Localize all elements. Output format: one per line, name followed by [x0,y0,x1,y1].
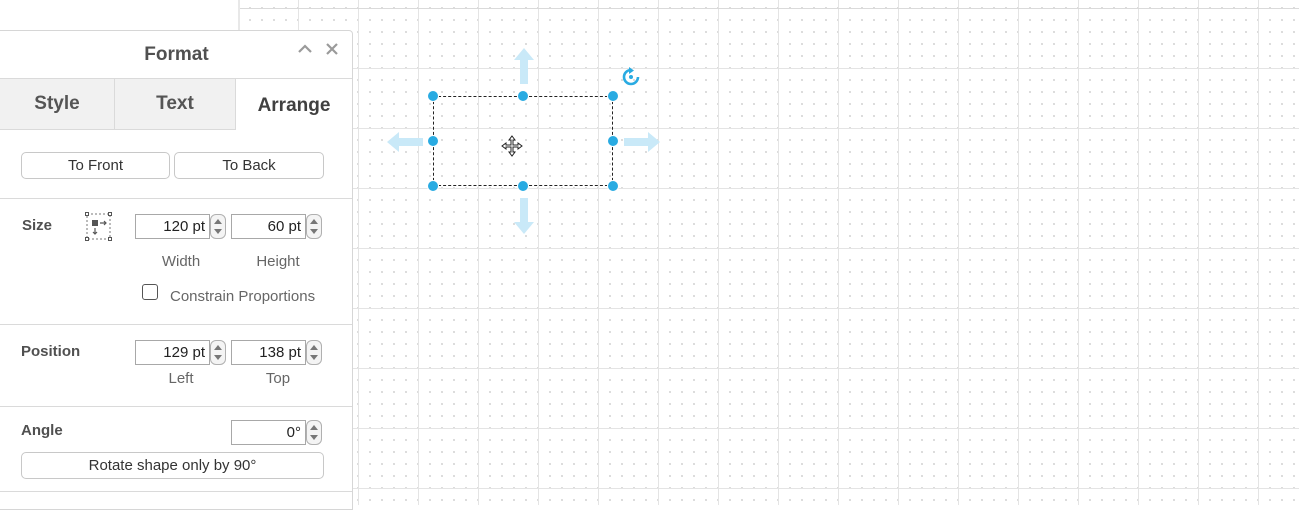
width-spinner[interactable] [210,214,226,239]
sidebar-strip [0,0,240,31]
to-front-button[interactable]: To Front [21,152,170,179]
arrow-up-icon[interactable] [513,46,535,86]
tab-style[interactable]: Style [0,79,115,130]
section-divider [0,324,352,325]
to-back-button[interactable]: To Back [174,152,324,179]
section-divider [0,491,352,492]
close-icon[interactable] [324,41,340,60]
height-label: Height [256,253,300,270]
resize-handle-ne[interactable] [607,90,619,102]
angle-label: Angle [21,422,63,439]
width-input[interactable] [135,214,210,239]
size-label: Size [22,217,53,234]
resize-handle-n[interactable] [517,90,529,102]
arrow-right-icon[interactable] [622,131,662,153]
top-label: Top [265,370,291,387]
rotate-handle-icon[interactable] [621,67,641,87]
left-label: Left [168,370,194,387]
height-input[interactable] [231,214,306,239]
resize-handle-e[interactable] [607,135,619,147]
height-spinner[interactable] [306,214,322,239]
rotate-90-button[interactable]: Rotate shape only by 90° [21,452,324,479]
left-spinner[interactable] [210,340,226,365]
arrow-down-icon[interactable] [513,196,535,236]
selected-rectangle[interactable] [433,96,613,186]
width-label: Width [161,253,201,270]
section-divider [0,198,352,199]
tab-arrange[interactable]: Arrange [236,79,352,130]
constrain-proportions-label[interactable]: Constrain Proportions [170,288,315,305]
autosize-icon[interactable] [85,212,112,241]
chevron-up-icon[interactable] [297,41,313,60]
left-input[interactable] [135,340,210,365]
section-divider [0,406,352,407]
tab-text[interactable]: Text [115,79,236,130]
move-cursor-icon [501,135,523,157]
ruler-line [240,8,1299,9]
top-spinner[interactable] [306,340,322,365]
resize-handle-nw[interactable] [427,90,439,102]
angle-spinner[interactable] [306,420,322,445]
angle-input[interactable] [231,420,306,445]
resize-handle-sw[interactable] [427,180,439,192]
format-tabs: Style Text Arrange [0,78,352,131]
resize-handle-se[interactable] [607,180,619,192]
resize-handle-s[interactable] [517,180,529,192]
resize-handle-w[interactable] [427,135,439,147]
constrain-proportions-checkbox[interactable] [142,284,158,300]
top-input[interactable] [231,340,306,365]
position-label: Position [21,343,81,360]
arrow-left-icon[interactable] [385,131,425,153]
